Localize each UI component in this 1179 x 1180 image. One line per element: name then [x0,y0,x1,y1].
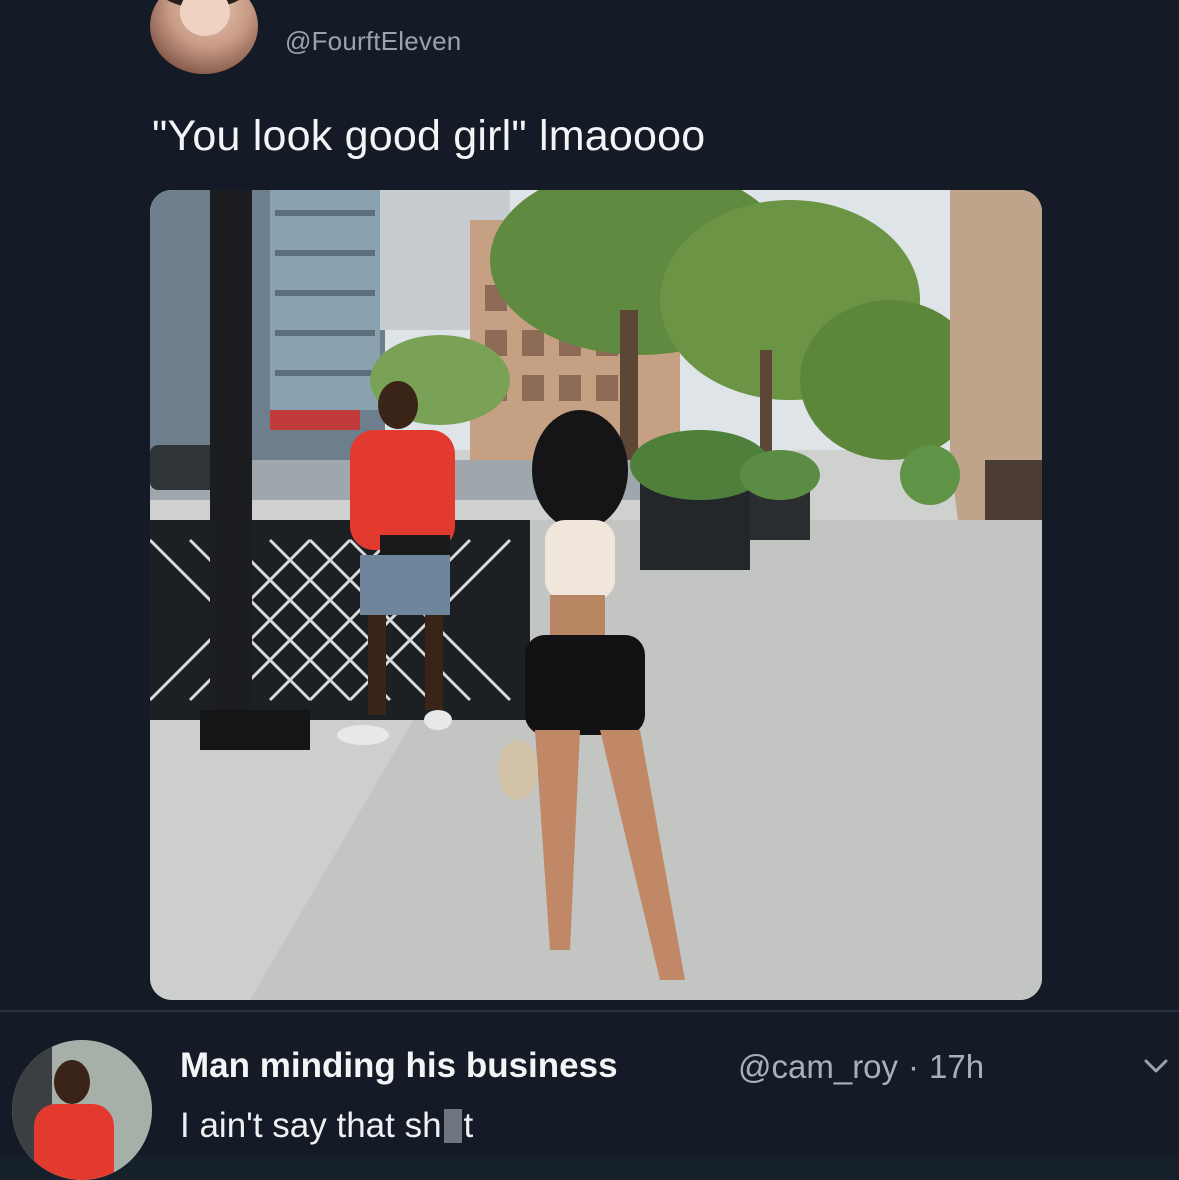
reply-divider [0,1010,1179,1012]
street-photo-illustration [150,190,1042,1000]
tweet-text: "You look good girl" lmaoooo [152,112,706,160]
reply-text-end: t [463,1106,474,1145]
reply-time[interactable]: 17h [929,1048,984,1086]
avatar-face [180,0,230,36]
reply-meta: @cam_roy · 17h [738,1048,984,1086]
tweet-screen: @FourftEleven "You look good girl" lmaoo… [0,0,1179,1180]
tweet-photo[interactable] [150,190,1042,1000]
reply-avatar-photo [12,1040,152,1180]
author-avatar[interactable] [150,0,258,74]
reply-text-start: I ain't say that sh [180,1106,442,1145]
reply-separator: · [908,1048,920,1085]
reply-avatar[interactable] [12,1040,152,1180]
reply-text: I ain't say that sh t [180,1106,473,1146]
reply-handle[interactable]: @cam_roy [738,1048,898,1086]
censor-block [443,1109,462,1143]
reply-display-name[interactable]: Man minding his business [180,1046,618,1086]
author-handle[interactable]: @FourftEleven [285,26,461,57]
chevron-down-icon[interactable] [1142,1052,1170,1080]
